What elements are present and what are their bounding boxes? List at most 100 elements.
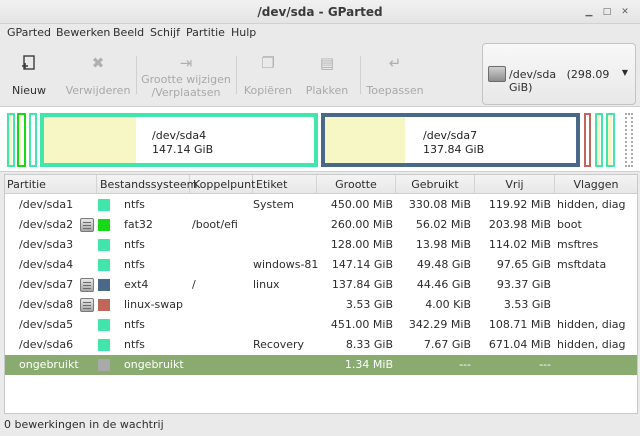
disk-map-sda2[interactable] — [17, 113, 26, 167]
cell-size: 147.14 GiB — [331, 258, 393, 271]
close-icon[interactable]: ✕ — [619, 6, 631, 18]
maximize-icon[interactable]: □ — [601, 6, 613, 18]
menu-schijf[interactable]: Schijf — [150, 26, 180, 39]
filesystem-color-swatch — [98, 199, 110, 211]
lock-icon — [80, 278, 94, 292]
cell-partition: /dev/sda8 — [19, 298, 74, 311]
table-row[interactable]: /dev/sda5 ntfs 451.00 MiB 342.29 MiB 108… — [5, 315, 637, 335]
cell-free: 3.53 GiB — [503, 298, 551, 311]
column-used[interactable]: Gebruikt — [396, 175, 475, 194]
device-label: /dev/sda (298.09 GiB) — [509, 68, 610, 94]
column-filesystem[interactable]: Bestandssysteem — [97, 175, 197, 194]
cell-mountpoint: / — [192, 278, 196, 291]
harddisk-icon — [488, 66, 506, 82]
apply-icon: ↵ — [388, 54, 402, 72]
cell-used: 7.67 GiB — [423, 338, 471, 351]
status-bar: 0 bewerkingen in de wachtrij — [0, 415, 640, 436]
toolbar-separator — [136, 56, 137, 94]
cell-partition: ongebruikt — [19, 358, 79, 371]
delete-button[interactable]: ✖ Verwijderen — [64, 42, 132, 106]
table-row[interactable]: /dev/sda7 ext4 / linux 137.84 GiB 44.46 … — [5, 275, 637, 295]
copy-button[interactable]: ❐ Kopiëren — [242, 42, 294, 106]
lock-icon — [80, 298, 94, 312]
menu-hulp[interactable]: Hulp — [231, 26, 256, 39]
menu-bewerken[interactable]: Bewerken — [56, 26, 110, 39]
toolbar-separator — [360, 56, 361, 94]
column-free[interactable]: Vrij — [475, 175, 555, 194]
menu-gparted[interactable]: GParted — [7, 26, 51, 39]
filesystem-color-swatch — [98, 299, 110, 311]
cell-label: windows-81 — [253, 258, 319, 271]
column-flags[interactable]: Vlaggen — [555, 175, 637, 194]
paste-button[interactable]: ▤ Plakken — [302, 42, 352, 106]
filesystem-color-swatch — [98, 359, 110, 371]
device-selector[interactable]: /dev/sda (298.09 GiB) ▼ — [482, 43, 636, 105]
disk-map-sda6[interactable] — [606, 113, 615, 167]
table-row[interactable]: /dev/sda1 ntfs System 450.00 MiB 330.08 … — [5, 195, 637, 215]
cell-used: 49.48 GiB — [416, 258, 471, 271]
new-label: Nieuw — [11, 84, 47, 97]
table-row[interactable]: /dev/sda8 linux-swap 3.53 GiB 4.00 KiB 3… — [5, 295, 637, 315]
filesystem-color-swatch — [98, 239, 110, 251]
cell-filesystem: ntfs — [124, 258, 145, 271]
new-button[interactable]: Nieuw — [6, 42, 52, 106]
table-header: Partitie Bestandssysteem Koppelpunt Etik… — [5, 175, 637, 194]
disk-map-unallocated[interactable] — [625, 113, 633, 167]
table-row[interactable]: /dev/sda2 fat32 /boot/efi 260.00 MiB 56.… — [5, 215, 637, 235]
cell-mountpoint: /boot/efi — [192, 218, 238, 231]
delete-icon: ✖ — [91, 54, 105, 72]
cell-size: 451.00 MiB — [330, 318, 393, 331]
column-partition[interactable]: Partitie — [5, 175, 97, 194]
disk-map-sda5[interactable] — [595, 113, 603, 167]
menu-bar: GParted Bewerken Beeld Schijf Partitie H… — [0, 24, 640, 42]
cell-size: 260.00 MiB — [330, 218, 393, 231]
cell-filesystem: ntfs — [124, 238, 145, 251]
disk-map-sda4-size: 147.14 GiB — [152, 143, 214, 156]
cell-free: 114.02 MiB — [488, 238, 551, 251]
status-text: 0 bewerkingen in de wachtrij — [4, 418, 164, 431]
cell-partition: /dev/sda2 — [19, 218, 74, 231]
disk-map-sda4[interactable]: /dev/sda4 147.14 GiB — [40, 113, 318, 167]
cell-partition: /dev/sda1 — [19, 198, 74, 211]
cell-flags: msftdata — [557, 258, 607, 271]
title-bar: /dev/sda - GParted ▁ □ ✕ — [0, 0, 640, 24]
new-partition-icon — [6, 54, 52, 72]
copy-icon: ❐ — [261, 54, 275, 72]
cell-used: 13.98 MiB — [415, 238, 471, 251]
column-size[interactable]: Grootte — [317, 175, 396, 194]
paste-label: Plakken — [305, 84, 349, 97]
filesystem-color-swatch — [98, 339, 110, 351]
cell-filesystem: ntfs — [124, 198, 145, 211]
cell-partition: /dev/sda5 — [19, 318, 74, 331]
cell-partition: /dev/sda6 — [19, 338, 74, 351]
disk-map-sda1[interactable] — [7, 113, 15, 167]
table-row-selected[interactable]: ongebruikt ongebruikt 1.34 MiB --- --- — [5, 355, 637, 375]
disk-map-sda3[interactable] — [29, 113, 37, 167]
cell-used: 56.02 MiB — [415, 218, 471, 231]
table-row[interactable]: /dev/sda3 ntfs 128.00 MiB 13.98 MiB 114.… — [5, 235, 637, 255]
column-label[interactable]: Etiket — [253, 175, 317, 194]
menu-partitie[interactable]: Partitie — [186, 26, 225, 39]
disk-map: /dev/sda4 147.14 GiB /dev/sda7 137.84 Gi… — [0, 106, 640, 172]
table-row[interactable]: /dev/sda4 ntfs windows-81 147.14 GiB 49.… — [5, 255, 637, 275]
cell-filesystem: ntfs — [124, 318, 145, 331]
cell-flags: boot — [557, 218, 582, 231]
partition-table: Partitie Bestandssysteem Koppelpunt Etik… — [4, 174, 638, 414]
cell-partition: /dev/sda4 — [19, 258, 74, 271]
apply-button[interactable]: ↵ Toepassen — [365, 42, 425, 106]
delete-label: Verwijderen — [65, 84, 131, 97]
cell-flags: msftres — [557, 238, 599, 251]
cell-used: 4.00 KiB — [425, 298, 471, 311]
cell-free: 671.04 MiB — [488, 338, 551, 351]
cell-size: 450.00 MiB — [330, 198, 393, 211]
disk-map-sda8[interactable] — [584, 113, 591, 167]
minimize-icon[interactable]: ▁ — [583, 6, 595, 18]
resize-move-button[interactable]: ⇥ Grootte wijzigen/Verplaatsen — [141, 42, 231, 106]
chevron-down-icon: ▼ — [621, 68, 628, 77]
menu-beeld[interactable]: Beeld — [113, 26, 144, 39]
disk-map-sda7[interactable]: /dev/sda7 137.84 GiB — [321, 113, 580, 167]
table-row[interactable]: /dev/sda6 ntfs Recovery 8.33 GiB 7.67 Gi… — [5, 335, 637, 355]
apply-label: Toepassen — [366, 84, 424, 97]
lock-icon — [80, 218, 94, 232]
column-mountpoint[interactable]: Koppelpunt — [190, 175, 255, 194]
